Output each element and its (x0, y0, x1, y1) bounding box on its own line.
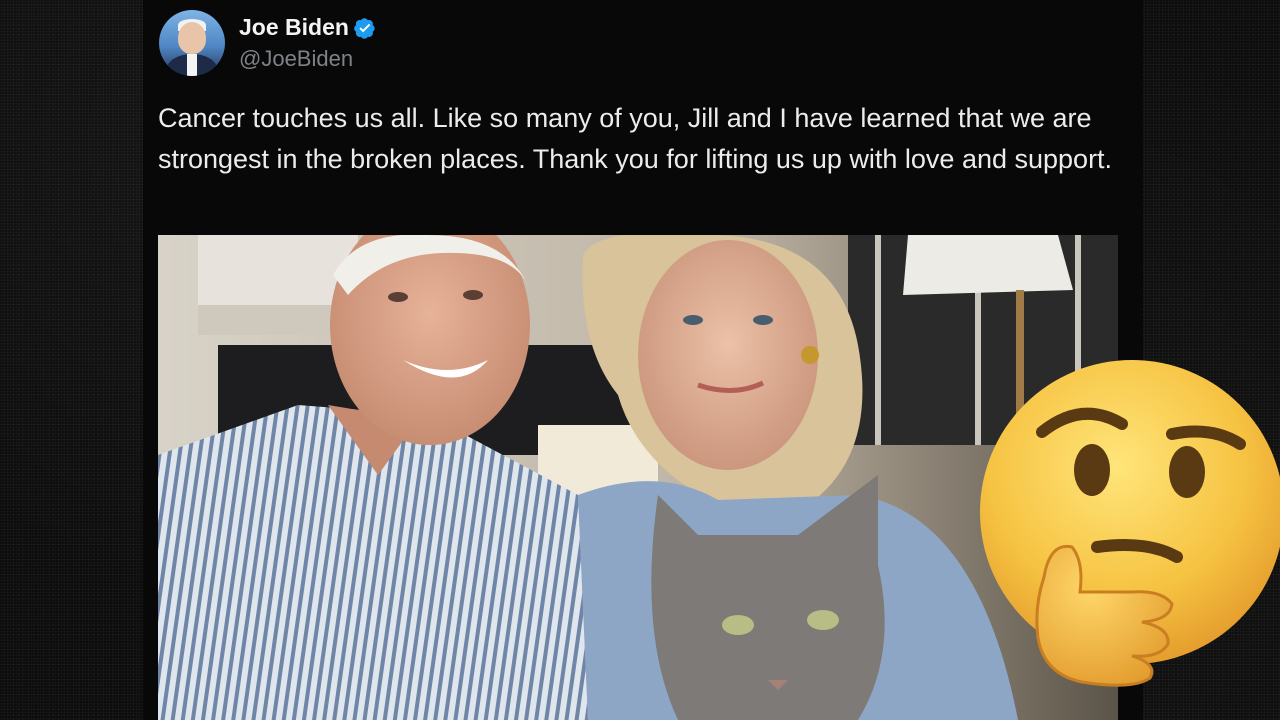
author-names: Joe Biden @JoeBiden (239, 14, 376, 72)
thinking-face-emoji-icon (980, 360, 1280, 687)
tweet-header: Joe Biden @JoeBiden (159, 10, 376, 76)
avatar-face (178, 22, 206, 54)
lamp-shade (903, 235, 1073, 295)
author-avatar[interactable] (159, 10, 225, 76)
tweet-text: Cancer touches us all. Like so many of y… (158, 103, 1113, 174)
name-row: Joe Biden (239, 14, 376, 41)
avatar-shirt (187, 54, 197, 76)
verified-badge-icon (354, 17, 375, 39)
woman-face (638, 240, 818, 470)
screenshot-canvas: Joe Biden @JoeBiden Cancer touches us al… (0, 0, 1280, 720)
author-handle[interactable]: @JoeBiden (239, 46, 376, 72)
author-display-name[interactable]: Joe Biden (239, 14, 349, 41)
